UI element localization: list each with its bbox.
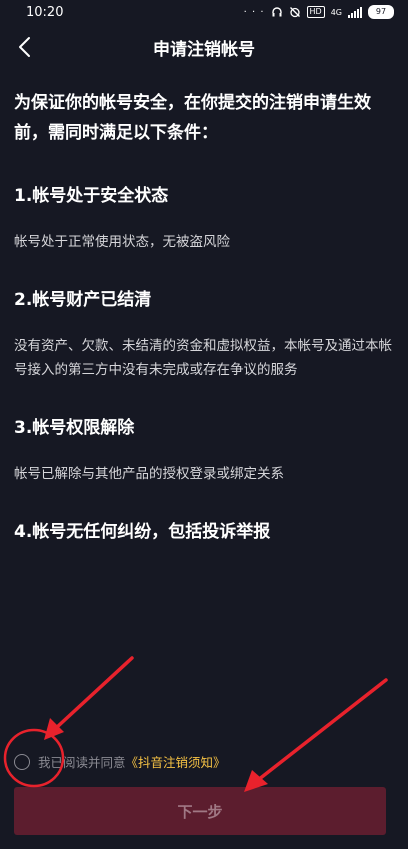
hd-badge: HD: [306, 6, 325, 18]
agreement-row: 我已阅读并同意 《抖音注销须知》: [14, 752, 226, 771]
condition-description: 帐号已解除与其他产品的授权登录或绑定关系: [14, 466, 284, 482]
nav-bar: 申请注销帐号: [0, 24, 408, 70]
status-bar: 10:20 · · · HD 4G 97: [0, 0, 408, 24]
condition-title: 2.帐号财产已结清: [14, 290, 152, 310]
annotation-arrow-left: [44, 656, 134, 740]
condition-item: 3.帐号权限解除 帐号已解除与其他产品的授权登录或绑定关系: [14, 416, 394, 486]
agree-radio[interactable]: [14, 753, 30, 770]
agreement-text: 我已阅读并同意: [38, 755, 126, 770]
signal-icon: [348, 6, 362, 18]
condition-title: 1.帐号处于安全状态: [14, 186, 169, 206]
condition-item: 1.帐号处于安全状态 帐号处于正常使用状态，无被盗风险: [14, 184, 394, 254]
condition-item: 2.帐号财产已结清 没有资产、欠款、未结清的资金和虚拟权益，本帐号及通过本帐号接…: [14, 288, 394, 382]
condition-title: 4.帐号无任何纠纷，包括投诉举报: [14, 522, 271, 542]
conditions-content: 为保证你的帐号安全，在你提交的注销申请生效前，需同时满足以下条件： 1.帐号处于…: [14, 88, 394, 566]
battery-icon: 97: [368, 5, 394, 19]
condition-title: 3.帐号权限解除: [14, 418, 135, 438]
condition-description: 没有资产、欠款、未结清的资金和虚拟权益，本帐号及通过本帐号接入的第三方中没有未完…: [14, 338, 392, 378]
status-icons: · · · HD 4G 97: [244, 5, 394, 19]
network-type: 4G: [330, 7, 342, 17]
agreement-link[interactable]: 《抖音注销须知》: [126, 752, 226, 771]
status-time: 10:20: [26, 4, 64, 20]
condition-description: 帐号处于正常使用状态，无被盗风险: [14, 234, 230, 250]
headphones-icon: [271, 7, 282, 17]
annotation-arrow-right: [244, 678, 388, 792]
next-step-button[interactable]: 下一步: [14, 787, 386, 835]
intro-text: 为保证你的帐号安全，在你提交的注销申请生效前，需同时满足以下条件：: [14, 93, 371, 143]
condition-item: 4.帐号无任何纠纷，包括投诉举报: [14, 520, 394, 544]
alarm-off-icon: [289, 7, 300, 18]
more-dots-icon: · · ·: [243, 6, 265, 18]
page-title: 申请注销帐号: [153, 39, 255, 60]
chevron-left-icon: [19, 37, 30, 57]
back-button[interactable]: [12, 34, 36, 60]
